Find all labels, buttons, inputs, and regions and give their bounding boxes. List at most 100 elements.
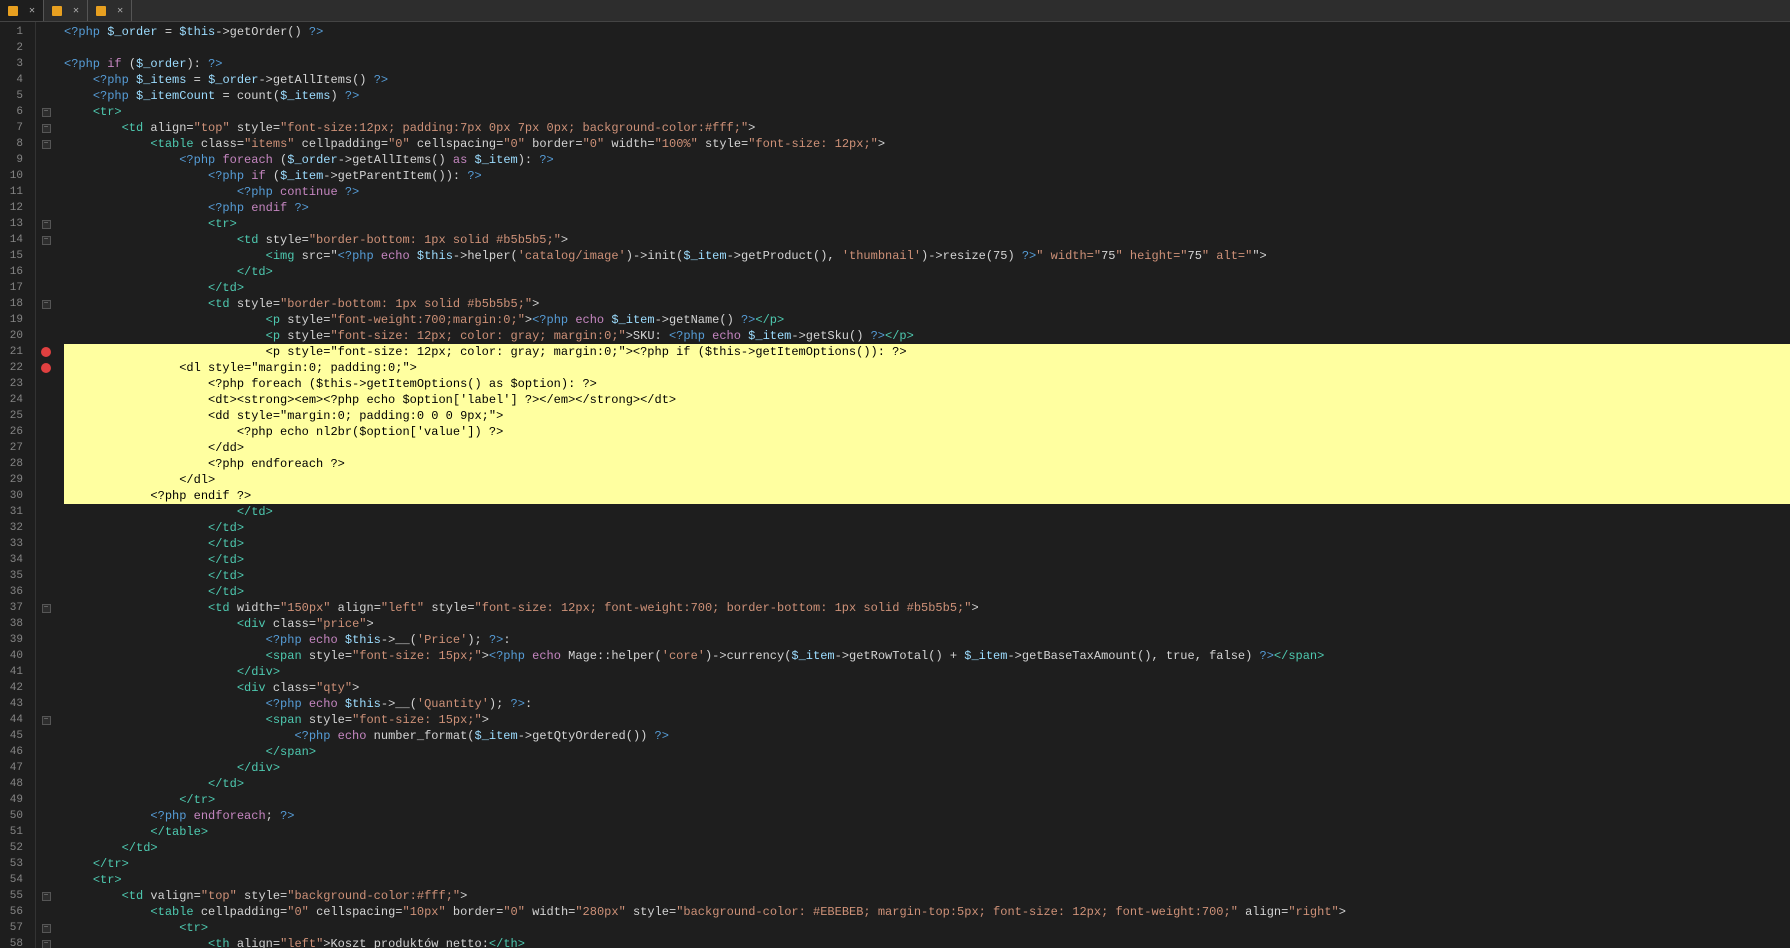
gutter-empty: [36, 840, 56, 856]
gutter-empty: [36, 632, 56, 648]
line-number: 54: [0, 872, 27, 888]
code-line: <p style="font-size: 12px; color: gray; …: [64, 328, 1790, 344]
line-number: 50: [0, 808, 27, 824]
gutter-empty: [36, 40, 56, 56]
code-line: <p style="font-size: 12px; color: gray; …: [64, 344, 1790, 360]
breakpoint-icon[interactable]: [36, 344, 56, 360]
gutter-empty: [36, 376, 56, 392]
code-line: <table cellpadding="0" cellspacing="10px…: [64, 904, 1790, 920]
line-number: 42: [0, 680, 27, 696]
fold-icon[interactable]: −: [36, 104, 56, 120]
code-line: <tr>: [64, 104, 1790, 120]
line-number: 26: [0, 424, 27, 440]
gutter-empty: [36, 280, 56, 296]
line-number: 8: [0, 136, 27, 152]
fold-icon[interactable]: −: [36, 136, 56, 152]
line-number: 39: [0, 632, 27, 648]
line-number: 44: [0, 712, 27, 728]
gutter-empty: [36, 168, 56, 184]
code-line: <?php endif ?>: [64, 488, 1790, 504]
line-number: 46: [0, 744, 27, 760]
breakpoint-icon[interactable]: [36, 360, 56, 376]
code-line: <?php endforeach; ?>: [64, 808, 1790, 824]
line-number: 36: [0, 584, 27, 600]
line-number: 7: [0, 120, 27, 136]
code-line: <?php $_itemCount = count($_items) ?>: [64, 88, 1790, 104]
code-line: <?php foreach ($this->getItemOptions() a…: [64, 376, 1790, 392]
fold-icon[interactable]: −: [36, 920, 56, 936]
line-number: 23: [0, 376, 27, 392]
code-line: <?php foreach ($_order->getAllItems() as…: [64, 152, 1790, 168]
code-line: </td>: [64, 584, 1790, 600]
tab-bar: ✕ ✕ ✕: [0, 0, 1790, 22]
tab-items[interactable]: ✕: [44, 0, 88, 21]
gutter-empty: [36, 680, 56, 696]
code-line: <th align="left">Koszt produktów netto:<…: [64, 936, 1790, 948]
code-line: <tr>: [64, 872, 1790, 888]
gutter-empty: [36, 328, 56, 344]
code-line: </td>: [64, 776, 1790, 792]
line-number: 16: [0, 264, 27, 280]
line-number: 33: [0, 536, 27, 552]
gutter-empty: [36, 440, 56, 456]
fold-icon[interactable]: −: [36, 936, 56, 948]
close-icon[interactable]: ✕: [73, 5, 79, 17]
gutter-empty: [36, 696, 56, 712]
code-area[interactable]: <?php $_order = $this->getOrder() ?><?ph…: [56, 22, 1790, 948]
line-number: 52: [0, 840, 27, 856]
code-line: </table>: [64, 824, 1790, 840]
gutter-empty: [36, 520, 56, 536]
fold-icon[interactable]: −: [36, 600, 56, 616]
code-line: <img src="<?php echo $this->helper('cata…: [64, 248, 1790, 264]
gutter-empty: [36, 472, 56, 488]
code-line: </td>: [64, 520, 1790, 536]
line-number: 53: [0, 856, 27, 872]
line-number: 40: [0, 648, 27, 664]
line-number: 45: [0, 728, 27, 744]
gutter-empty: [36, 424, 56, 440]
gutter-empty: [36, 664, 56, 680]
line-number: 43: [0, 696, 27, 712]
fold-icon[interactable]: −: [36, 888, 56, 904]
fold-icon[interactable]: −: [36, 712, 56, 728]
breakpoint-marker: [41, 347, 51, 357]
line-number: 1: [0, 24, 27, 40]
line-number: 56: [0, 904, 27, 920]
line-number: 12: [0, 200, 27, 216]
tab-default[interactable]: ✕: [88, 0, 132, 21]
line-number: 58: [0, 936, 27, 948]
line-number: 22: [0, 360, 27, 376]
gutter-empty: [36, 648, 56, 664]
gutter-empty: [36, 552, 56, 568]
line-number: 29: [0, 472, 27, 488]
close-icon[interactable]: ✕: [117, 5, 123, 17]
code-line: <table class="items" cellpadding="0" cel…: [64, 136, 1790, 152]
line-numbers: 1234567891011121314151617181920212223242…: [0, 22, 36, 948]
code-line: </td>: [64, 840, 1790, 856]
code-line: <dl style="margin:0; padding:0;">: [64, 360, 1790, 376]
code-line: </tr>: [64, 792, 1790, 808]
gutter-empty: [36, 24, 56, 40]
code-line: <?php echo $this->__('Price'); ?>:: [64, 632, 1790, 648]
fold-icon[interactable]: −: [36, 296, 56, 312]
tab-items2[interactable]: ✕: [0, 0, 44, 21]
code-line: <tr>: [64, 216, 1790, 232]
line-number: 3: [0, 56, 27, 72]
fold-icon[interactable]: −: [36, 232, 56, 248]
code-line: <?php echo $this->__('Quantity'); ?>:: [64, 696, 1790, 712]
line-number: 15: [0, 248, 27, 264]
line-number: 27: [0, 440, 27, 456]
gutter-empty: [36, 744, 56, 760]
gutter-empty: [36, 152, 56, 168]
gutter-empty: [36, 808, 56, 824]
gutter-empty: [36, 760, 56, 776]
line-number: 35: [0, 568, 27, 584]
close-icon[interactable]: ✕: [29, 5, 35, 17]
code-line: </td>: [64, 568, 1790, 584]
code-line: </div>: [64, 664, 1790, 680]
fold-icon[interactable]: −: [36, 120, 56, 136]
gutter-empty: [36, 184, 56, 200]
code-line: </td>: [64, 504, 1790, 520]
code-line: </td>: [64, 264, 1790, 280]
fold-icon[interactable]: −: [36, 216, 56, 232]
